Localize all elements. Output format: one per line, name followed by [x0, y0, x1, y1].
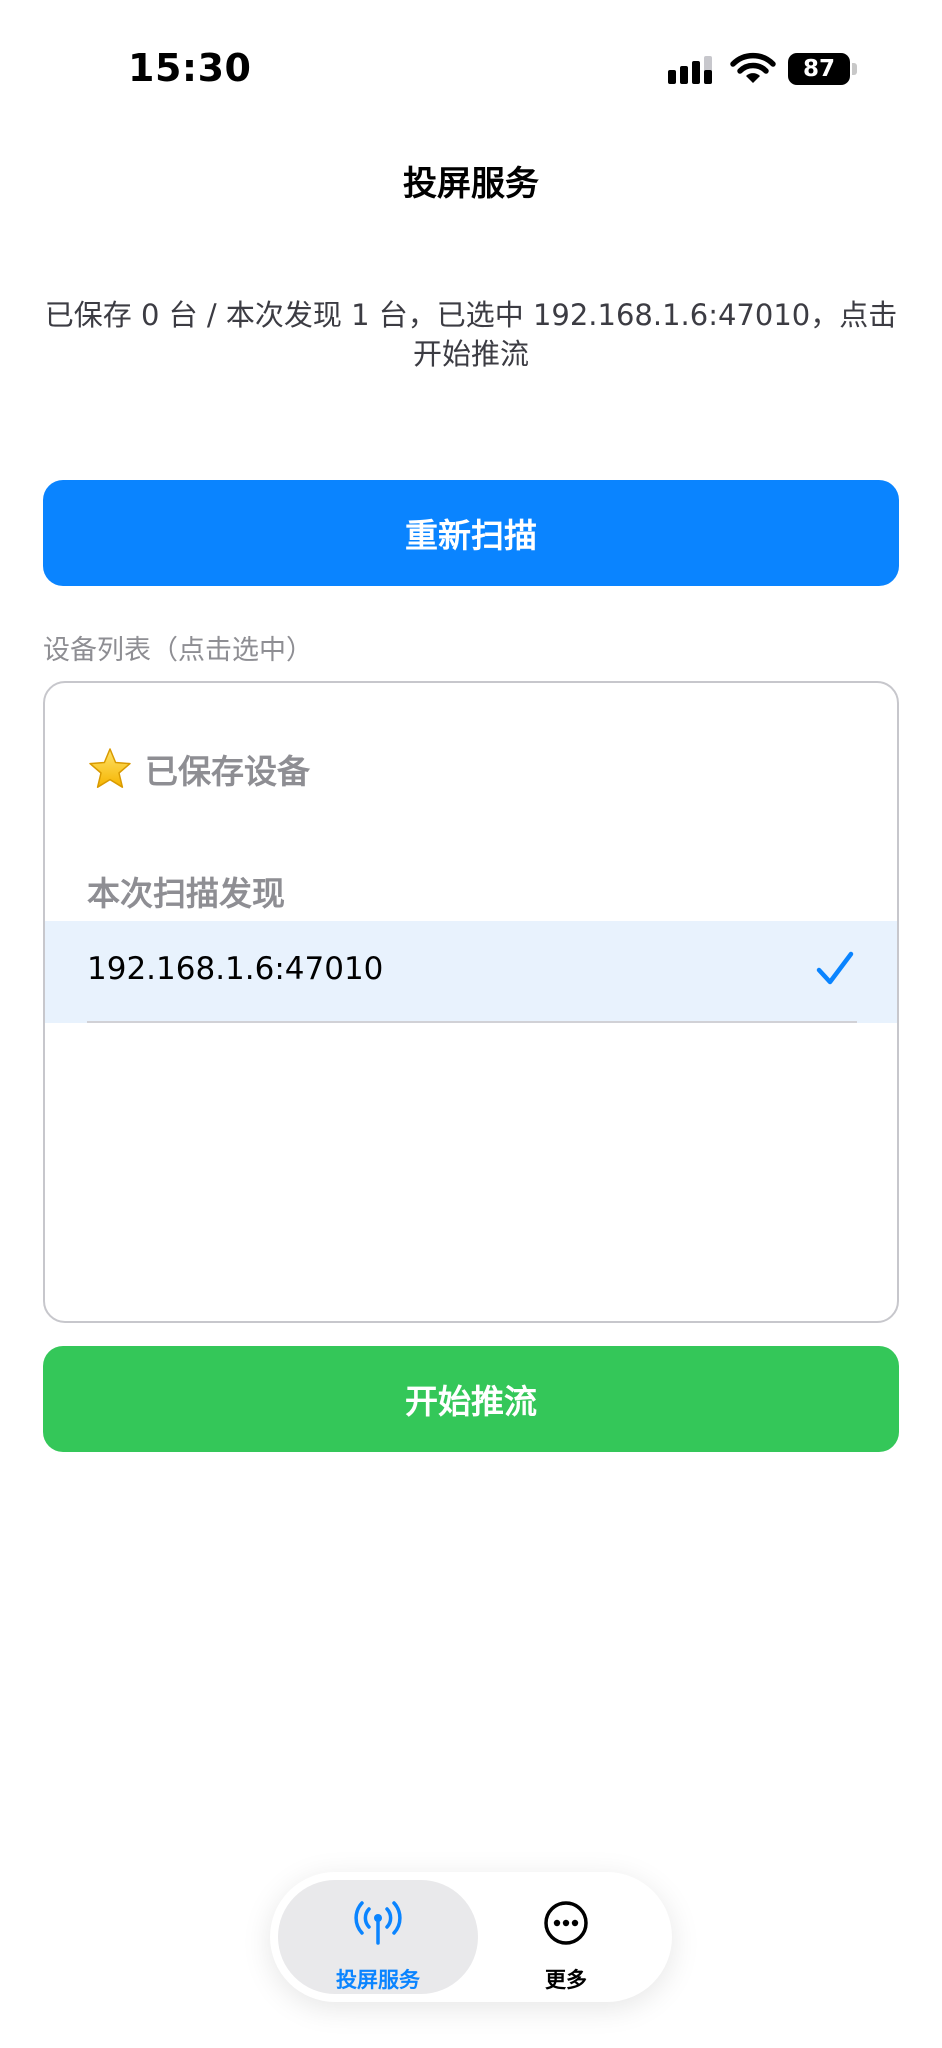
signal-icon [668, 56, 712, 84]
tab-more[interactable]: 更多 [466, 1880, 666, 1994]
saved-devices-label: 已保存设备 [145, 752, 310, 791]
start-streaming-button[interactable]: 开始推流 [43, 1346, 899, 1452]
more-icon [544, 1901, 588, 1945]
battery-icon: 87 [788, 53, 858, 85]
rescan-button[interactable]: 重新扫描 [43, 480, 899, 586]
device-list-caption: 设备列表（点击选中） [43, 635, 313, 666]
status-time: 15:30 [128, 46, 252, 90]
battery-tip [852, 63, 857, 75]
saved-devices-header: 已保存设备 [87, 745, 310, 793]
battery-level: 87 [788, 53, 850, 85]
tab-bar: 投屏服务 更多 [270, 1872, 672, 2002]
tab-label: 更多 [545, 1968, 587, 1992]
status-bar: 15:30 87 [0, 0, 942, 140]
row-divider [87, 1021, 857, 1023]
tab-screen-cast[interactable]: 投屏服务 [278, 1880, 478, 1994]
device-address: 192.168.1.6:47010 [87, 951, 384, 987]
checkmark-icon [816, 951, 854, 985]
page-title: 投屏服务 [403, 164, 539, 204]
tab-label: 投屏服务 [336, 1968, 420, 1992]
device-row[interactable]: 192.168.1.6:47010 [45, 921, 897, 1023]
status-message: 已保存 0 台 / 本次发现 1 台，已选中 192.168.1.6:47010… [44, 298, 898, 371]
wifi-icon [730, 52, 776, 83]
star-icon [89, 748, 131, 788]
scan-results-header: 本次扫描发现 [87, 874, 285, 913]
device-list[interactable]: 已保存设备 本次扫描发现 192.168.1.6:47010 [43, 681, 899, 1323]
antenna-icon [354, 1901, 402, 1945]
screen: 15:30 87 投屏服务 已保存 0 台 / 本次发现 1 台，已选中 192… [0, 0, 942, 2048]
